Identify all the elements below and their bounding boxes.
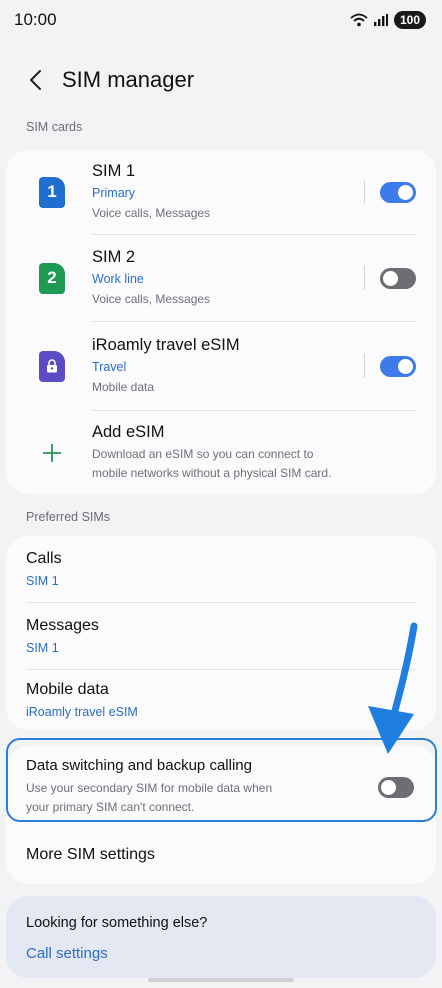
- sim-title: SIM 2: [92, 247, 136, 266]
- divider: [364, 266, 365, 290]
- add-esim-description: Download an eSIM so you can connect to m…: [92, 447, 332, 480]
- sim-row-sim1[interactable]: 1 SIM 1 Primary Voice calls, Messages: [6, 150, 436, 234]
- add-esim-title: Add eSIM: [92, 423, 165, 441]
- pref-value: SIM 1: [26, 574, 59, 588]
- add-esim-row[interactable]: Add eSIM Download an eSIM so you can con…: [6, 411, 436, 494]
- pref-title: Mobile data: [26, 681, 109, 698]
- sim-subtitle: Travel: [92, 359, 127, 374]
- pref-value: iRoamly travel eSIM: [26, 705, 138, 719]
- sim-description: Mobile data: [92, 379, 155, 394]
- sim-row-sim2[interactable]: 2 SIM 2 Work line Voice calls, Messages: [6, 235, 436, 321]
- plus-icon: [43, 444, 61, 462]
- preferred-calls-row[interactable]: Calls SIM 1: [6, 536, 436, 602]
- section-label-sim-cards: SIM cards: [26, 120, 83, 134]
- sim-card-icon: 1: [39, 176, 65, 208]
- sim1-toggle[interactable]: [380, 181, 416, 203]
- back-arrow-icon: [30, 70, 41, 90]
- more-sim-settings-row[interactable]: More SIM settings: [6, 828, 436, 882]
- esim-lock-icon: [39, 350, 65, 382]
- pref-title: Calls: [26, 550, 62, 567]
- battery-badge: 100: [393, 11, 426, 29]
- sim-subtitle: Work line: [92, 271, 144, 286]
- data-switching-toggle[interactable]: [378, 776, 414, 798]
- divider: [364, 180, 365, 204]
- wifi-icon: [350, 13, 368, 27]
- status-time: 10:00: [14, 10, 57, 29]
- sim-title: iRoamly travel eSIM: [92, 335, 240, 354]
- status-bar: 10:00 100: [0, 0, 442, 40]
- sim-card-icon: 2: [39, 262, 65, 294]
- sim-cards-card: 1 SIM 1 Primary Voice calls, Messages 2 …: [6, 150, 436, 494]
- pointer-arrow-icon: [368, 622, 418, 754]
- data-switching-description: Use your secondary SIM for mobile data w…: [26, 781, 273, 814]
- signal-icon: [373, 14, 388, 26]
- sim-description: Voice calls, Messages: [92, 291, 211, 306]
- sim-description: Voice calls, Messages: [92, 205, 211, 220]
- app-header: SIM manager: [0, 40, 442, 120]
- esim-toggle[interactable]: [380, 355, 416, 377]
- section-label-preferred-sims: Preferred SIMs: [26, 510, 111, 524]
- pref-title: Messages: [26, 617, 99, 634]
- call-settings-link[interactable]: Call settings: [26, 945, 416, 962]
- pref-value: SIM 1: [26, 641, 59, 655]
- back-button[interactable]: [20, 65, 50, 95]
- more-sim-settings-label: More SIM settings: [26, 846, 155, 863]
- sim-subtitle: Primary: [92, 185, 136, 200]
- divider: [364, 354, 365, 378]
- data-switching-title: Data switching and backup calling: [26, 757, 252, 774]
- page-title: SIM manager: [62, 67, 195, 92]
- status-icons: 100: [350, 11, 426, 29]
- sim2-toggle[interactable]: [380, 267, 416, 289]
- sim-title: SIM 1: [92, 161, 136, 180]
- footer-card: Looking for something else? Call setting…: [6, 896, 436, 978]
- sim-row-travel-esim[interactable]: iRoamly travel eSIM Travel Mobile data: [6, 322, 436, 410]
- data-switching-card: Data switching and backup calling Use yo…: [6, 746, 436, 884]
- footer-title: Looking for something else?: [26, 915, 208, 931]
- home-indicator: [148, 978, 294, 982]
